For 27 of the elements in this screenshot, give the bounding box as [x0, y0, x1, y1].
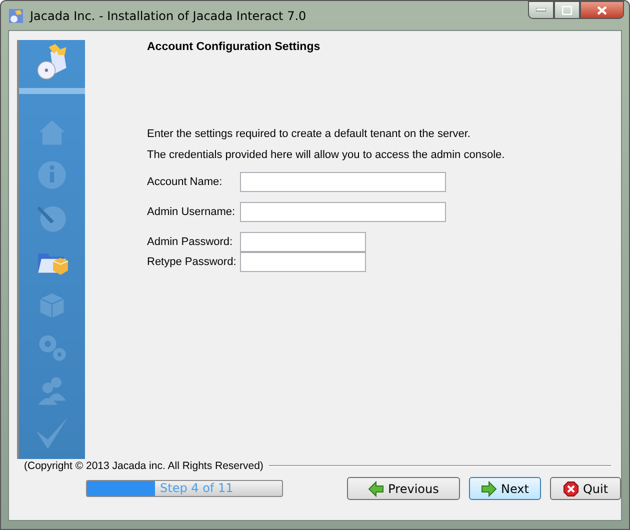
copyright-text: (Copyright © 2013 Jacada inc. All Rights Reserved): [24, 460, 264, 472]
instruction-text: The credentials provided here will allow you to access the admin console.: [147, 148, 505, 163]
maximize-button[interactable]: [554, 1, 580, 19]
input-field[interactable]: [240, 252, 366, 272]
input-field[interactable]: [240, 172, 446, 192]
next-button[interactable]: Next: [469, 477, 541, 500]
field-label: Retype Password:: [147, 256, 238, 268]
field-label: Admin Password:: [147, 236, 234, 248]
input-field[interactable]: [240, 202, 446, 222]
field-label: Admin Username:: [147, 206, 236, 218]
previous-button[interactable]: Previous: [347, 477, 460, 500]
right-arrow-icon: [481, 480, 498, 496]
minimize-button[interactable]: [528, 1, 554, 19]
quit-button[interactable]: Quit: [550, 477, 621, 500]
section-heading: Account Configuration Settings: [147, 40, 322, 53]
left-arrow-icon: [368, 480, 384, 496]
window-title: Jacada Inc. - Installation of Jacada Interact 7.0: [30, 8, 308, 22]
progress-text: Step 4 of 11: [160, 481, 234, 496]
input-field[interactable]: [240, 232, 366, 252]
close-button[interactable]: [580, 1, 624, 19]
minimize-icon: [536, 8, 546, 12]
field-label: Account Name:: [147, 176, 224, 188]
maximize-icon: [562, 6, 572, 14]
close-icon: [562, 480, 579, 496]
installer-icon: [8, 8, 24, 24]
close-icon: [597, 6, 607, 14]
instruction-text: Enter the settings required to create a default tenant on the server.: [147, 127, 472, 142]
